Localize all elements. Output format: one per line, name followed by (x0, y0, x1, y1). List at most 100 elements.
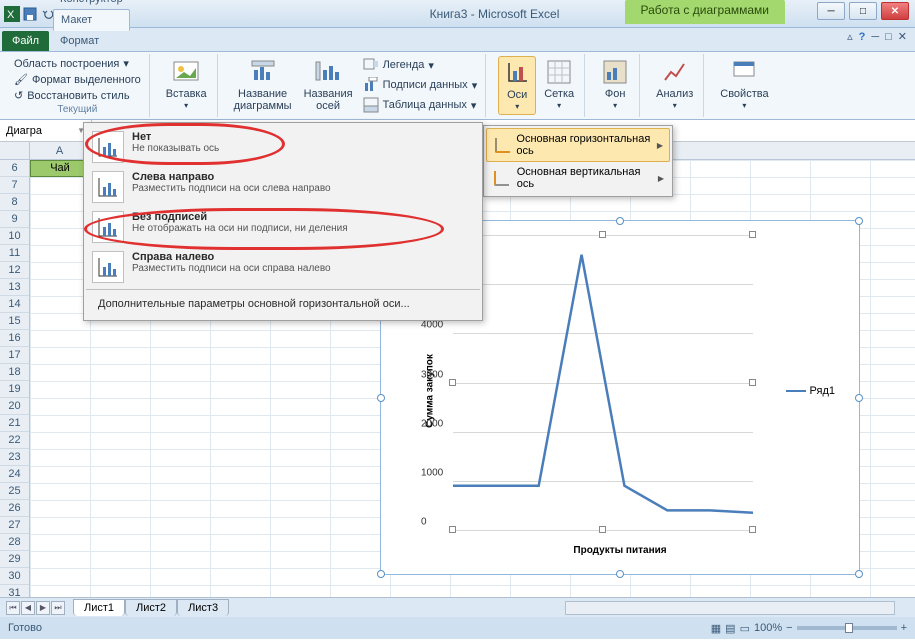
save-icon[interactable] (22, 6, 38, 22)
row-header[interactable]: 13 (0, 279, 29, 296)
zoom-out-button[interactable]: − (786, 622, 792, 634)
row-header[interactable]: 11 (0, 245, 29, 262)
background-button[interactable]: Фон▾ (597, 56, 633, 113)
horizontal-axis-options-menu: НетНе показывать ось Слева направоРазмес… (83, 122, 483, 321)
sheet-tab[interactable]: Лист1 (73, 599, 125, 616)
row-header[interactable]: 14 (0, 296, 29, 313)
row-header[interactable]: 10 (0, 228, 29, 245)
row-header[interactable]: 26 (0, 500, 29, 517)
data-table-button[interactable]: Таблица данных ▾ (361, 96, 480, 114)
row-header[interactable]: 15 (0, 313, 29, 330)
axis-option-3[interactable]: Справа налевоРазместить подписи на оси с… (86, 247, 480, 287)
ribbon-tab-макет[interactable]: Макет (53, 9, 130, 31)
row-header[interactable]: 17 (0, 347, 29, 364)
horizontal-scrollbar[interactable] (565, 601, 895, 615)
help-icon[interactable]: ? (859, 31, 866, 43)
chevron-down-icon: ▾ (515, 103, 519, 112)
doc-minimize-icon[interactable]: ─ (871, 31, 879, 43)
axes-horizontal-item[interactable]: Основная горизонтальная ось▶ (486, 128, 670, 162)
chart-x-axis-title[interactable]: Продукты питания (573, 545, 666, 556)
format-selection-button[interactable]: 🖌Формат выделенного (12, 72, 143, 87)
analysis-button[interactable]: Анализ▾ (652, 56, 697, 113)
row-header[interactable]: 30 (0, 568, 29, 585)
row-header[interactable]: 22 (0, 432, 29, 449)
axis-option-1[interactable]: Слева направоРазместить подписи на оси с… (86, 167, 480, 207)
axis-option-title: Слева направо (132, 171, 331, 183)
row-header[interactable]: 16 (0, 330, 29, 347)
maximize-button[interactable]: □ (849, 2, 877, 20)
chart-title-button[interactable]: Название диаграммы (230, 56, 296, 114)
doc-restore-icon[interactable]: □ (885, 31, 892, 43)
chart-tools-contextual-tab: Работа с диаграммами (625, 0, 786, 24)
close-button[interactable]: ✕ (881, 2, 909, 20)
axis-more-options[interactable]: Дополнительные параметры основной горизо… (86, 292, 480, 316)
sheet-nav-first[interactable]: ⏮ (6, 601, 20, 615)
row-header[interactable]: 31 (0, 585, 29, 597)
gridlines-icon (545, 58, 573, 86)
doc-close-icon[interactable]: ✕ (898, 30, 907, 43)
column-header[interactable]: A (30, 142, 90, 159)
data-labels-button[interactable]: Подписи данных ▾ (361, 76, 480, 94)
sheet-tab[interactable]: Лист2 (125, 599, 177, 616)
ribbon-right-controls: ▵ ? ─ □ ✕ (847, 30, 907, 43)
legend-icon (363, 57, 379, 73)
properties-button[interactable]: Свойства▾ (716, 56, 772, 113)
row-header[interactable]: 29 (0, 551, 29, 568)
view-normal-icon[interactable]: ▦ (711, 622, 721, 635)
sheet-nav-prev[interactable]: ◀ (21, 601, 35, 615)
axis-option-2[interactable]: Без подписейНе отображать на оси ни подп… (86, 207, 480, 247)
zoom-in-button[interactable]: + (901, 622, 907, 634)
axes-vertical-item[interactable]: Основная вертикальная ось▶ (486, 162, 670, 194)
minimize-button[interactable]: ─ (817, 2, 845, 20)
row-header[interactable]: 20 (0, 398, 29, 415)
sheet-tab[interactable]: Лист3 (177, 599, 229, 616)
axis-option-icon (92, 251, 124, 283)
legend-button[interactable]: Легенда ▾ (361, 56, 480, 74)
row-header[interactable]: 21 (0, 415, 29, 432)
axis-titles-icon (314, 58, 342, 86)
sheet-nav-next[interactable]: ▶ (36, 601, 50, 615)
zoom-level[interactable]: 100% (754, 622, 782, 634)
sheet-nav-last[interactable]: ⏭ (51, 601, 65, 615)
chevron-down-icon: ▾ (123, 57, 129, 70)
ribbon-minimize-icon[interactable]: ▵ (847, 30, 853, 43)
cell-a6[interactable]: Чай (30, 160, 90, 177)
reset-style-button[interactable]: ↺Восстановить стиль (12, 88, 143, 103)
chart-y-axis-title[interactable]: Сумма закупок (424, 354, 435, 428)
chart-title-icon (249, 58, 277, 86)
axis-option-title: Нет (132, 131, 219, 143)
ribbon-tab-формат[interactable]: Формат (53, 31, 130, 51)
ribbon-tab-конструктор[interactable]: Конструктор (53, 0, 130, 9)
row-header[interactable]: 9 (0, 211, 29, 228)
background-icon (601, 58, 629, 86)
axis-option-0[interactable]: НетНе показывать ось (86, 127, 480, 167)
view-layout-icon[interactable]: ▤ (725, 622, 735, 635)
ribbon-group-axes: Оси▾ Сетка▾ (492, 54, 585, 117)
row-header[interactable]: 7 (0, 177, 29, 194)
row-header[interactable]: 27 (0, 517, 29, 534)
row-header[interactable]: 8 (0, 194, 29, 211)
axis-option-desc: Разместить подписи на оси справа налево (132, 263, 331, 274)
axis-option-title: Справа налево (132, 251, 331, 263)
zoom-slider[interactable] (797, 626, 897, 630)
selection-dropdown[interactable]: Область построения ▾ (12, 56, 143, 71)
ribbon: Область построения ▾ 🖌Формат выделенного… (0, 52, 915, 120)
axis-titles-button[interactable]: Названия осей (300, 56, 357, 114)
row-header[interactable]: 24 (0, 466, 29, 483)
gridlines-button[interactable]: Сетка▾ (540, 56, 578, 115)
chart-legend[interactable]: Ряд1 (786, 385, 835, 397)
row-header[interactable]: 25 (0, 483, 29, 500)
axes-button[interactable]: Оси▾ (498, 56, 536, 115)
file-tab[interactable]: Файл (2, 31, 49, 51)
row-header[interactable]: 12 (0, 262, 29, 279)
row-header[interactable]: 28 (0, 534, 29, 551)
row-header[interactable]: 6 (0, 160, 29, 177)
row-header[interactable]: 23 (0, 449, 29, 466)
name-box[interactable]: Диагра▼ (0, 120, 92, 141)
insert-button[interactable]: Вставка▾ (162, 56, 211, 113)
row-header[interactable]: 19 (0, 381, 29, 398)
view-pagebreak-icon[interactable]: ▭ (740, 622, 750, 635)
ribbon-group-insert: Вставка▾ (156, 54, 218, 117)
ribbon-group-labels: Название диаграммы Названия осей Легенда… (224, 54, 487, 117)
row-header[interactable]: 18 (0, 364, 29, 381)
